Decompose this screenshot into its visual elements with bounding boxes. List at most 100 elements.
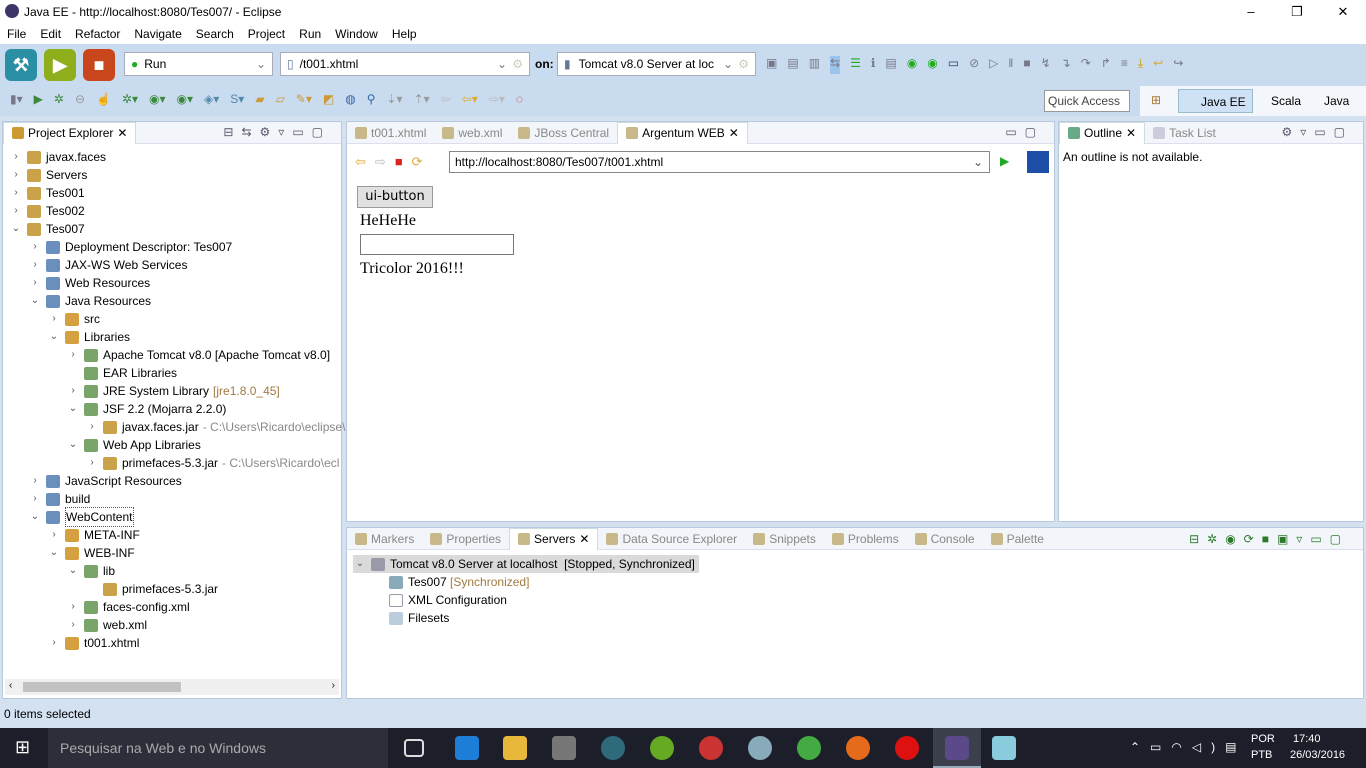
tab-markers[interactable]: Markers [347, 528, 422, 550]
tree-item[interactable]: › Deployment Descriptor: Tes007 [28, 238, 232, 256]
tray-icons[interactable]: ⌃▭◠◁)▤ [1130, 740, 1246, 754]
quick-access-input[interactable]: Quick Access [1044, 90, 1130, 112]
forward-icon[interactable]: ⇨ [375, 154, 386, 170]
terminate-icon[interactable]: ■ [1023, 56, 1030, 74]
menu-project[interactable]: Project [241, 27, 292, 41]
tree-item[interactable]: › web.xml [66, 616, 147, 634]
close-icon[interactable]: ✕ [117, 122, 127, 144]
back-icon[interactable]: ↩ [1153, 56, 1163, 74]
menu-help[interactable]: Help [385, 27, 424, 41]
open-perspective-icon[interactable]: ◩ [323, 92, 334, 106]
tree-item[interactable]: › primefaces-5.3.jar - C:\Users\Ricardo\ec… [85, 454, 339, 472]
view-controls[interactable]: ⚙▿▭▢ [1282, 125, 1353, 139]
music-icon[interactable] [650, 736, 674, 760]
page-text-input[interactable] [360, 234, 514, 255]
menu-search[interactable]: Search [189, 27, 241, 41]
tree-item[interactable]: ⌄ WebContent [28, 507, 134, 527]
launch-config-select[interactable]: ▯ /t001.xhtml ⌄ ⚙ [280, 52, 530, 76]
prev-annotation-icon[interactable]: ⇡▾ [414, 92, 430, 106]
expand-arrow-icon[interactable]: › [9, 166, 23, 184]
clock-date[interactable]: 26/03/2016 [1290, 749, 1345, 761]
menu-edit[interactable]: Edit [33, 27, 68, 41]
lang-1[interactable]: POR [1251, 733, 1275, 745]
list-icon[interactable]: ☰ [850, 56, 861, 74]
tree-item[interactable]: › JAX-WS Web Services [28, 256, 187, 274]
run-ee-icon[interactable]: ◉ [927, 56, 937, 74]
tab-project-explorer[interactable]: Project Explorer ✕ [3, 121, 137, 144]
collapse-arrow-icon[interactable]: ⌄ [47, 328, 61, 346]
gear-icon[interactable]: ⚙ [738, 57, 749, 71]
step-into-icon[interactable]: ↴ [1061, 56, 1071, 74]
tree-item[interactable]: ⌄ Tes007 [9, 220, 85, 238]
scrollbar-thumb[interactable] [23, 682, 181, 692]
tree-item[interactable]: EAR Libraries [66, 364, 177, 382]
firefox-icon[interactable] [846, 736, 870, 760]
tree-item[interactable]: › javax.faces [9, 148, 106, 166]
new-icon[interactable]: ▣ [766, 56, 777, 74]
tree-item[interactable]: › src [47, 310, 100, 328]
stop-icon[interactable]: ⊖ [75, 92, 85, 106]
step-over-icon[interactable]: ↷ [1081, 56, 1091, 74]
pen-icon[interactable]: ✎▾ [296, 92, 312, 106]
app-icon[interactable] [992, 736, 1016, 760]
collapse-arrow-icon[interactable]: ⌄ [28, 508, 42, 526]
tree-item[interactable]: › Tes002 [9, 202, 84, 220]
tab-argentum-web[interactable]: Argentum WEB ✕ [617, 121, 748, 144]
task-view-icon[interactable] [404, 739, 424, 757]
monitor-icon[interactable]: ▭ [948, 56, 959, 74]
tree-item[interactable]: › Tes001 [9, 184, 84, 202]
perspective-java-ee[interactable]: Java EE [1178, 89, 1253, 113]
tree-item[interactable]: › JRE System Library [jre1.8.0_45] [66, 382, 279, 400]
view-controls[interactable]: ⊟⇆⚙▿▭▢ [223, 125, 331, 139]
drop-frame-icon[interactable]: ≡ [1121, 56, 1128, 74]
scroll-right-icon[interactable]: › [332, 680, 335, 691]
tree-item[interactable]: › META-INF [47, 526, 139, 544]
chrome-icon[interactable] [797, 736, 821, 760]
collapse-arrow-icon[interactable]: ⌄ [66, 436, 80, 454]
explorer-icon[interactable] [503, 736, 527, 760]
disconnect-icon[interactable]: ↯ [1041, 56, 1051, 74]
open-type-icon[interactable]: ▱ [276, 92, 285, 106]
servers-view-controls[interactable]: ⊟✲◉⟳■▣▿▭▢ [1189, 532, 1349, 546]
close-icon[interactable]: ✕ [579, 528, 589, 550]
tab-jboss-central[interactable]: JBoss Central [510, 122, 617, 144]
open-perspective-icon[interactable]: ⊞ [1151, 93, 1161, 107]
expand-arrow-icon[interactable]: › [66, 598, 80, 616]
tree-item[interactable]: › t001.xhtml [47, 634, 139, 652]
use-step-filters-icon[interactable]: ⤓ [1138, 56, 1143, 74]
stop-icon[interactable]: ■ [395, 154, 403, 170]
tree-item[interactable]: ⌄ Libraries [47, 328, 130, 346]
save-icon[interactable]: ▤ [787, 56, 798, 74]
scroll-left-icon[interactable]: ‹ [9, 680, 12, 691]
url-input[interactable]: http://localhost:8080/Tes007/t001.xhtml ⌄ [449, 151, 990, 173]
run-icon[interactable]: ▶ [34, 92, 43, 106]
save-all-icon[interactable]: ▥ [809, 56, 820, 74]
server-icon[interactable]: ▮▾ [10, 92, 23, 106]
skip-breakpoints-icon[interactable]: ⊘ [969, 56, 979, 74]
menu-refactor[interactable]: Refactor [68, 27, 127, 41]
chevron-down-icon[interactable]: ⌄ [973, 152, 983, 172]
hand-icon[interactable]: ☝ [96, 92, 111, 106]
expand-arrow-icon[interactable]: › [47, 310, 61, 328]
collapse-arrow-icon[interactable]: ⌄ [66, 400, 80, 418]
globe-icon[interactable]: ◍ [345, 92, 355, 106]
menu-window[interactable]: Window [328, 27, 385, 41]
run-script-icon[interactable]: ◉ [907, 56, 917, 74]
server-child-row[interactable]: Filesets [389, 609, 449, 627]
next-annotation-icon[interactable]: ⇣▾ [387, 92, 403, 106]
new-server-icon[interactable]: ◈▾ [204, 92, 219, 106]
view-controls[interactable]: ▭▢ [1005, 125, 1044, 139]
forward-icon[interactable]: ↪ [1173, 56, 1183, 74]
launch-target-select[interactable]: ▮ Tomcat v8.0 Server at loc ⌄ ⚙ [557, 52, 756, 76]
build-icon[interactable]: ⚒ [5, 49, 37, 81]
tree-item[interactable]: primefaces-5.3.jar [85, 580, 218, 598]
tab-t001-xhtml[interactable]: t001.xhtml [347, 122, 434, 144]
tab-data-source-explorer[interactable]: Data Source Explorer [598, 528, 745, 550]
tab-outline[interactable]: Outline ✕ [1059, 121, 1146, 144]
tab-snippets[interactable]: Snippets [745, 528, 824, 550]
run-icon[interactable]: ◉▾ [149, 92, 166, 106]
run-icon[interactable]: ▶ [44, 49, 76, 81]
menu-run[interactable]: Run [292, 27, 328, 41]
server-child-row[interactable]: Tes007 [Synchronized] [389, 573, 529, 591]
menu-navigate[interactable]: Navigate [127, 27, 188, 41]
